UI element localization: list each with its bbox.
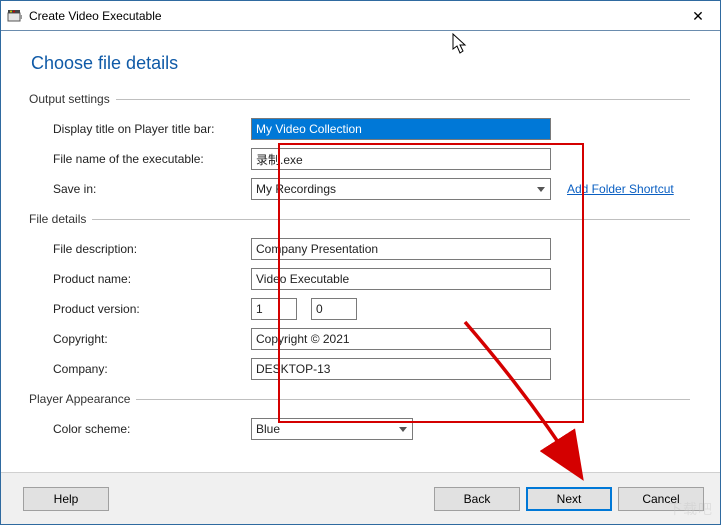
label-copyright: Copyright: (31, 332, 251, 346)
cancel-button[interactable]: Cancel (618, 487, 704, 511)
label-file-description: File description: (31, 242, 251, 256)
select-save-in[interactable]: My Recordings (251, 178, 551, 200)
app-icon (7, 8, 23, 24)
group-file-details: File details File description: Product n… (31, 212, 690, 388)
link-add-folder-shortcut[interactable]: Add Folder Shortcut (567, 182, 674, 196)
back-button[interactable]: Back (434, 487, 520, 511)
input-filename[interactable] (251, 148, 551, 170)
group-player-appearance: Player Appearance Color scheme: Blue (31, 392, 690, 448)
window-title: Create Video Executable (29, 9, 162, 23)
label-color-scheme: Color scheme: (31, 422, 251, 436)
page-title: Choose file details (31, 53, 690, 74)
input-product-name[interactable] (251, 268, 551, 290)
help-button[interactable]: Help (23, 487, 109, 511)
input-file-description[interactable] (251, 238, 551, 260)
next-button[interactable]: Next (526, 487, 612, 511)
close-button[interactable]: ✕ (676, 1, 720, 31)
label-filename: File name of the executable: (31, 152, 251, 166)
input-version-minor[interactable] (311, 298, 357, 320)
group-filedetails-legend: File details (29, 212, 92, 226)
input-display-title[interactable] (251, 118, 551, 140)
label-save-in: Save in: (31, 182, 251, 196)
group-appearance-legend: Player Appearance (29, 392, 136, 406)
label-product-name: Product name: (31, 272, 251, 286)
label-product-version: Product version: (31, 302, 251, 316)
close-icon: ✕ (692, 8, 704, 25)
footer: Help Back Next Cancel (1, 472, 720, 524)
titlebar: Create Video Executable ✕ (1, 1, 720, 31)
input-company[interactable] (251, 358, 551, 380)
label-company: Company: (31, 362, 251, 376)
group-output-settings: Output settings Display title on Player … (31, 92, 690, 208)
input-copyright[interactable] (251, 328, 551, 350)
select-color-scheme[interactable]: Blue (251, 418, 413, 440)
input-version-major[interactable] (251, 298, 297, 320)
group-output-legend: Output settings (29, 92, 116, 106)
label-display-title: Display title on Player title bar: (31, 122, 251, 136)
